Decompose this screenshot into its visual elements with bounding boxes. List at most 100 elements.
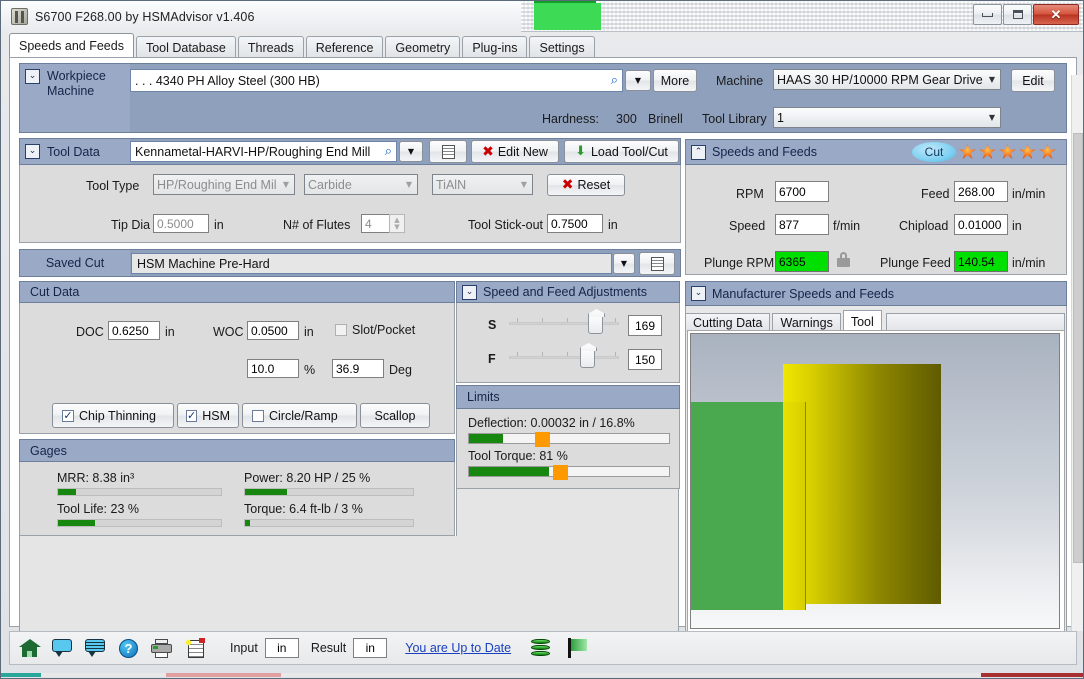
star-icon[interactable] xyxy=(999,143,1016,159)
cut-option-toggles: ✓ Chip Thinning ✓ HSM Circle/Ramp Scallo… xyxy=(52,403,430,428)
star-icon[interactable] xyxy=(979,143,996,159)
saved-cut-select[interactable]: HSM Machine Pre-Hard xyxy=(131,253,612,274)
help-icon[interactable]: ? xyxy=(117,637,141,659)
material-search-input[interactable]: . . . 4340 PH Alloy Steel (300 HB) ⌕ xyxy=(130,69,623,92)
feed-adjust-input[interactable]: 150 xyxy=(628,349,662,370)
tip-dia-input[interactable]: 0.5000 xyxy=(153,214,209,233)
tab-tool-database[interactable]: Tool Database xyxy=(135,36,236,58)
collapse-chevron-icon[interactable]: ⌄ xyxy=(462,284,477,300)
tab-speeds-and-feeds[interactable]: Speeds and Feeds xyxy=(9,33,134,58)
circle-ramp-toggle[interactable]: Circle/Ramp xyxy=(242,403,357,428)
more-button[interactable]: More xyxy=(653,69,697,92)
tool-coating-select[interactable]: TiAlN ▼ xyxy=(432,174,533,195)
home-icon[interactable] xyxy=(18,637,42,659)
rpm-label: RPM xyxy=(736,187,764,201)
plunge-feed-input[interactable]: 140.54 xyxy=(954,251,1008,272)
machine-select[interactable]: HAAS 30 HP/10000 RPM Gear Drive ▼ xyxy=(773,69,1001,90)
feed-input[interactable]: 268.00 xyxy=(954,181,1008,202)
tool-library-label: Tool Library xyxy=(702,112,767,126)
minimize-button[interactable] xyxy=(973,4,1002,25)
database-icon[interactable] xyxy=(529,637,553,659)
engagement-angle-input[interactable]: 36.9 xyxy=(332,359,384,378)
flutes-input[interactable]: 4 xyxy=(361,214,389,233)
input-units-value: in xyxy=(277,641,287,655)
material-value: . . . 4340 PH Alloy Steel (300 HB) xyxy=(135,73,320,88)
doc-input[interactable]: 0.6250 xyxy=(108,321,160,340)
star-icon[interactable] xyxy=(1019,143,1036,159)
collapse-chevron-icon[interactable]: ⌄ xyxy=(25,69,40,84)
chipload-value: 0.01000 xyxy=(958,217,1002,232)
speed-adjust-input[interactable]: 169 xyxy=(628,315,662,336)
notes-icon[interactable] xyxy=(183,637,207,659)
star-icon[interactable] xyxy=(959,143,976,159)
tool-type-select[interactable]: HP/Roughing End Mil ▼ xyxy=(153,174,295,195)
tab-geometry[interactable]: Geometry xyxy=(385,36,461,58)
scallop-button[interactable]: Scallop xyxy=(360,403,430,428)
tab-label: Plug-ins xyxy=(472,40,518,55)
slider-thumb[interactable] xyxy=(580,349,595,368)
doc-label: DOC xyxy=(76,325,104,339)
workpiece-label: Workpiece xyxy=(47,69,106,83)
gage-fill xyxy=(245,520,251,526)
tool-library-select[interactable]: 1 ▼ xyxy=(773,107,1001,128)
limit-tool-torque: Tool Torque: 81 % xyxy=(468,449,670,480)
tab-threads[interactable]: Threads xyxy=(237,36,304,58)
left-column-filler xyxy=(19,536,679,633)
tool-material-select[interactable]: Carbide ▼ xyxy=(304,174,418,195)
feed-slider[interactable] xyxy=(509,348,619,368)
tool-name-input[interactable]: Kennametal-HARVI-HP/Roughing End Mill ⌕ xyxy=(130,141,397,162)
speed-slider[interactable] xyxy=(509,314,619,334)
result-units-field[interactable]: in xyxy=(353,638,388,658)
collapse-chevron-icon[interactable]: ⌄ xyxy=(691,286,706,301)
tab-plug-ins[interactable]: Plug-ins xyxy=(462,36,528,58)
tab-reference[interactable]: Reference xyxy=(305,36,384,58)
plunge-rpm-input[interactable]: 6365 xyxy=(775,251,829,272)
input-units-field[interactable]: in xyxy=(264,638,299,658)
footer-accent-line xyxy=(1,673,1083,678)
speed-input[interactable]: 877 xyxy=(775,214,829,235)
star-icon[interactable] xyxy=(1039,143,1056,159)
print-icon[interactable] xyxy=(150,637,174,659)
maximize-button[interactable] xyxy=(1003,4,1032,25)
update-status-link[interactable]: You are Up to Date xyxy=(405,641,511,655)
manufacturer-tab-strip: Cutting Data Warnings Tool xyxy=(685,308,1065,332)
hsm-toggle[interactable]: ✓ HSM xyxy=(177,403,239,428)
rating-group: Cut xyxy=(912,142,1066,162)
slot-pocket-checkbox[interactable]: Slot/Pocket xyxy=(335,323,415,337)
material-dropdown-button[interactable]: ▼ xyxy=(625,70,651,91)
flag-icon[interactable] xyxy=(566,637,590,659)
slider-thumb[interactable] xyxy=(588,315,603,334)
load-tool-cut-button[interactable]: ⬇ Load Tool/Cut xyxy=(564,140,679,163)
adjustments-header: ⌄ Speed and Feed Adjustments xyxy=(456,281,680,303)
search-icon[interactable]: ⌕ xyxy=(385,144,392,159)
close-icon: ✕ xyxy=(1050,7,1062,22)
reset-button[interactable]: ✖ Reset xyxy=(547,174,625,196)
tool-coating-value: TiAlN xyxy=(436,177,467,192)
collapse-chevron-icon[interactable]: ⌄ xyxy=(25,144,40,159)
edit-new-button[interactable]: ✖ Edit New xyxy=(471,140,559,163)
close-button[interactable]: ✕ xyxy=(1033,4,1079,25)
tool-dropdown-button[interactable]: ▼ xyxy=(399,141,423,162)
saved-cut-dropdown-button[interactable]: ▼ xyxy=(613,253,635,274)
flutes-stepper[interactable]: ▲ ▼ xyxy=(389,214,405,233)
stickout-input[interactable]: 0.7500 xyxy=(547,214,603,233)
chipload-input[interactable]: 0.01000 xyxy=(954,214,1008,235)
chat-icon[interactable] xyxy=(51,637,75,659)
woc-input[interactable]: 0.0500 xyxy=(247,321,299,340)
scrollbar-thumb[interactable] xyxy=(1073,133,1083,563)
vertical-scrollbar[interactable] xyxy=(1071,75,1083,631)
tab-settings[interactable]: Settings xyxy=(529,36,595,58)
circle-ramp-label: Circle/Ramp xyxy=(269,408,338,423)
edit-machine-button[interactable]: Edit xyxy=(1011,69,1055,92)
chip-thinning-toggle[interactable]: ✓ Chip Thinning xyxy=(52,403,174,428)
expand-chevron-icon[interactable]: ⌃ xyxy=(691,144,706,160)
search-icon[interactable]: ⌕ xyxy=(611,73,618,88)
rpm-input[interactable]: 6700 xyxy=(775,181,829,202)
woc-percent-input[interactable]: 10.0 xyxy=(247,359,299,378)
tool-list-button[interactable] xyxy=(429,140,467,163)
saved-cut-list-button[interactable] xyxy=(639,252,675,275)
lock-icon[interactable] xyxy=(837,252,850,267)
tool-list-icon xyxy=(441,144,455,159)
message-icon[interactable] xyxy=(84,637,108,659)
tab-tool[interactable]: Tool xyxy=(842,310,882,332)
